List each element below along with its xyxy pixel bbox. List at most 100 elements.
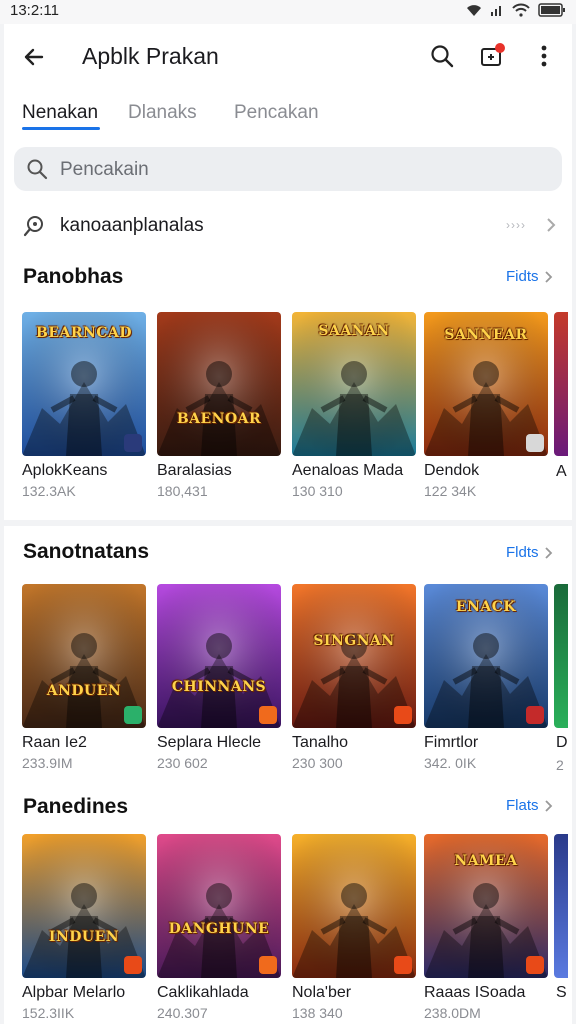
game-size: 230 300 xyxy=(292,755,343,771)
search-icon[interactable] xyxy=(426,40,458,72)
game-name: Fimrtlor xyxy=(424,734,479,751)
peek-size: 2 xyxy=(556,757,564,773)
game-name: Raan Ie2 xyxy=(22,734,87,751)
game-tile[interactable]: SAANAN Aenaloas Mada 130 310 xyxy=(292,312,416,499)
game-tile-peek[interactable] xyxy=(554,834,568,978)
section-more-label: Fidts xyxy=(506,268,539,285)
game-name: Dendok xyxy=(424,462,480,479)
game-artwork: INDUEN xyxy=(22,834,146,978)
peek-letter: A xyxy=(556,463,567,480)
game-artwork: DANGHUNE xyxy=(157,834,281,978)
store-badge-icon xyxy=(526,434,544,452)
game-art-title: BAENOAR xyxy=(176,411,262,427)
game-artwork: NAMEA xyxy=(424,834,548,978)
game-size: 238.0DM xyxy=(424,1005,481,1021)
game-tile[interactable]: SINGNAN Tanalho 230 300 xyxy=(292,584,416,771)
game-size: 233.9IM xyxy=(22,755,73,771)
chevron-right-icon xyxy=(547,218,556,232)
section-title: Panedines xyxy=(23,795,129,818)
store-badge-icon xyxy=(394,706,412,724)
game-art-title: SINGNAN xyxy=(313,633,395,649)
game-name: Nola'ber xyxy=(292,984,352,1001)
status-time: 13:2:11 xyxy=(10,2,59,19)
peek-letter: S xyxy=(556,984,567,1001)
chevron-right-icon xyxy=(544,546,552,559)
game-art-title: ENACK xyxy=(455,599,517,615)
game-name: Seplara Hlecle xyxy=(157,734,262,751)
peek-letter: D xyxy=(556,734,568,751)
tag-search-icon xyxy=(23,216,43,237)
game-tile[interactable]: DANGHUNE Caklikahlada 240.307 xyxy=(157,834,281,1021)
store-badge-icon xyxy=(526,956,544,974)
category-link-row[interactable]: kanoaanþlanalas ›››› xyxy=(0,204,576,248)
page-title: Apblk Prakan xyxy=(82,43,219,69)
more-vert-icon[interactable] xyxy=(528,40,560,72)
tab-nenakan[interactable]: Nenakan xyxy=(22,102,98,124)
game-art-title: ANDUEN xyxy=(46,683,122,699)
tab-indicator xyxy=(22,127,100,130)
game-tile[interactable]: SANNEAR Dendok 122 34K xyxy=(424,312,548,499)
link-label: kanoaanþlanalas xyxy=(60,215,204,236)
game-artwork: SAANAN xyxy=(292,312,416,456)
game-size: 230 602 xyxy=(157,755,208,771)
game-art-title: SAANAN xyxy=(318,323,390,339)
section-more-label: Fldts xyxy=(506,544,539,561)
game-name: Baralasias xyxy=(157,462,232,479)
game-artwork: SANNEAR xyxy=(424,312,548,456)
game-size: 122 34K xyxy=(424,483,477,499)
game-artwork: ANDUEN xyxy=(22,584,146,728)
back-arrow-icon[interactable] xyxy=(18,41,50,73)
store-badge-icon xyxy=(124,956,142,974)
tab-bar: Nenakan Dlanaks Pencakan xyxy=(0,88,576,132)
game-tile-peek[interactable] xyxy=(554,312,568,456)
store-badge-icon xyxy=(394,956,412,974)
game-art-title: INDUEN xyxy=(48,929,120,945)
game-art-title: BEARNCAD xyxy=(36,325,132,341)
game-name: Raaas ISoada xyxy=(424,984,526,1001)
game-tile[interactable]: INDUEN Alpbar Melarlo 152.3IIK xyxy=(22,834,146,1021)
game-art-title: CHINNANS xyxy=(171,679,267,695)
game-artwork: SINGNAN xyxy=(292,584,416,728)
section-more-link[interactable]: Fidts xyxy=(506,268,553,285)
section-title: Sanotnatans xyxy=(23,540,150,563)
game-tile[interactable]: BAENOAR Baralasias 180,431 xyxy=(157,312,281,499)
tab-pencakan[interactable]: Pencakan xyxy=(234,102,319,124)
chevron-right-icon xyxy=(544,799,552,812)
game-tile[interactable]: ENACK Fimrtlor 342. 0IK xyxy=(424,584,548,771)
game-tile[interactable]: ANDUEN Raan Ie2 233.9IM xyxy=(22,584,146,771)
game-name: Aenaloas Mada xyxy=(292,462,404,479)
section-more-link[interactable]: Flats xyxy=(506,797,553,814)
game-tile[interactable]: Nola'ber 138 340 xyxy=(292,834,416,1021)
game-size: 132.3AK xyxy=(22,483,76,499)
game-art-title: SANNEAR xyxy=(444,327,528,343)
tab-dlanaks[interactable]: Dlanaks xyxy=(128,102,197,124)
wifi-icon xyxy=(467,5,481,16)
game-tile[interactable]: BEARNCAD AplokKeans 132.3AK xyxy=(22,312,146,499)
wifi-strength-icon xyxy=(512,3,530,17)
game-tile[interactable]: CHINNANS Seplara Hlecle 230 602 xyxy=(157,584,281,771)
game-size: 180,431 xyxy=(157,483,208,499)
game-tile-peek[interactable] xyxy=(554,584,568,728)
search-placeholder: Pencakain xyxy=(60,159,149,180)
game-name: Tanalho xyxy=(292,734,349,751)
game-art-title: DANGHUNE xyxy=(168,921,270,937)
link-more: ›››› xyxy=(506,218,526,232)
battery-icon xyxy=(538,3,565,17)
search-icon xyxy=(27,159,48,180)
game-art-title: NAMEA xyxy=(454,853,518,869)
store-badge-icon xyxy=(259,956,277,974)
chevron-right-icon xyxy=(544,270,552,283)
game-size: 152.3IIK xyxy=(22,1005,75,1021)
game-size: 342. 0IK xyxy=(424,755,477,771)
status-bar: 13:2:11 xyxy=(0,0,576,24)
search-input[interactable]: Pencakain xyxy=(14,147,562,191)
game-artwork: ENACK xyxy=(424,584,548,728)
game-name: AplokKeans xyxy=(22,462,108,479)
section-more-link[interactable]: Fldts xyxy=(506,544,553,561)
game-name: Caklikahlada xyxy=(157,984,249,1001)
game-tile[interactable]: NAMEA Raaas ISoada 238.0DM xyxy=(424,834,548,1021)
game-size: 240.307 xyxy=(157,1005,208,1021)
game-size: 130 310 xyxy=(292,483,343,499)
store-badge-icon xyxy=(124,706,142,724)
notification-icon[interactable] xyxy=(476,40,508,72)
